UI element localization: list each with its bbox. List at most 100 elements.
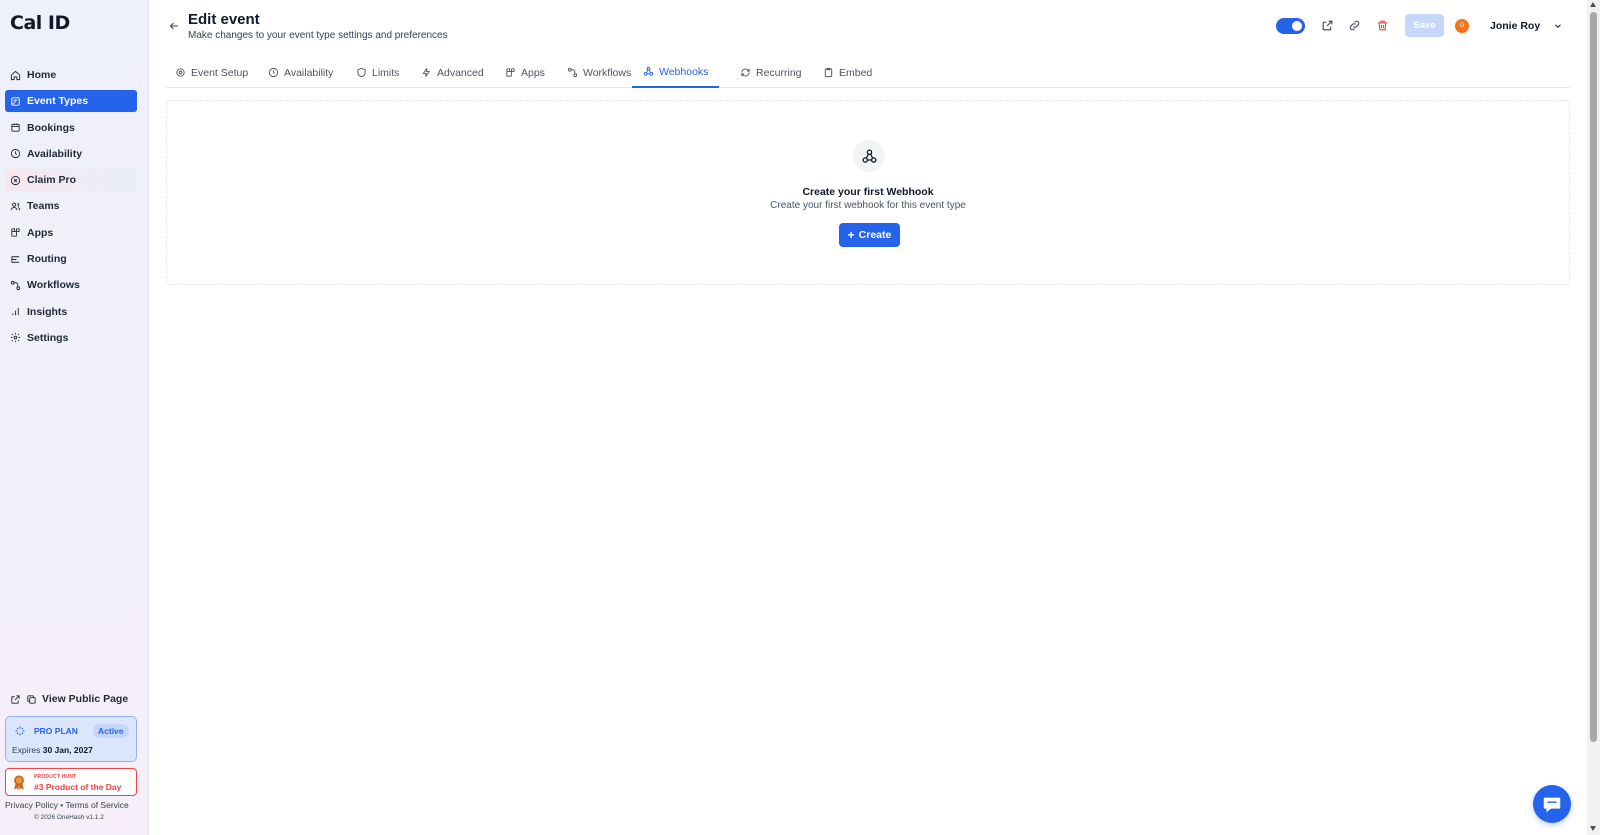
footer-separator: • bbox=[60, 800, 64, 810]
sidebar-item-insights[interactable]: Insights bbox=[5, 301, 137, 323]
save-button[interactable]: Save bbox=[1405, 14, 1444, 37]
scroll-down-arrow[interactable] bbox=[1590, 826, 1596, 831]
sidebar-item-event-types[interactable]: Event Types bbox=[5, 90, 137, 113]
sidebar-item-teams[interactable]: Teams bbox=[5, 195, 137, 217]
sidebar-item-label: Workflows bbox=[27, 279, 80, 292]
sidebar: Cal ID Home Event Types Bookings Availab… bbox=[0, 0, 149, 835]
tab-webhooks[interactable]: Webhooks bbox=[632, 57, 720, 88]
footer-links: Privacy Policy • Terms of Service bbox=[5, 800, 129, 810]
link-icon[interactable] bbox=[1348, 19, 1361, 32]
page-subtitle: Make changes to your event type settings… bbox=[188, 30, 448, 41]
terms-of-service-link[interactable]: Terms of Service bbox=[65, 800, 128, 810]
pro-plan-expiry: Expires 30 Jan, 2027 bbox=[12, 745, 93, 755]
tab-label: Webhooks bbox=[659, 65, 709, 78]
apps-icon bbox=[11, 228, 20, 237]
sidebar-item-label: Event Types bbox=[27, 95, 89, 108]
tab-label: Apps bbox=[521, 66, 545, 79]
workflows-icon bbox=[567, 67, 578, 78]
status-badge: Active bbox=[93, 724, 129, 738]
webhook-icon bbox=[861, 148, 877, 163]
view-public-page-link[interactable]: View Public Page bbox=[10, 693, 128, 705]
expires-label: Expires bbox=[12, 745, 41, 755]
gear-icon bbox=[176, 68, 185, 77]
tab-recurring[interactable]: Recurring bbox=[740, 57, 802, 88]
product-hunt-rank: #3 Product of the Day bbox=[34, 782, 122, 792]
scroll-up-arrow[interactable] bbox=[1590, 2, 1596, 7]
empty-state-description: Create your first webhook for this event… bbox=[770, 200, 966, 211]
claim-pro-icon bbox=[10, 175, 21, 185]
privacy-policy-link[interactable]: Privacy Policy bbox=[5, 800, 58, 810]
product-hunt-badge[interactable]: PRODUCT HUNT #3 Product of the Day bbox=[5, 768, 137, 796]
sidebar-item-label: Bookings bbox=[27, 121, 75, 134]
event-enabled-toggle[interactable] bbox=[1276, 18, 1305, 34]
sidebar-item-label: Settings bbox=[27, 331, 69, 344]
tab-label: Availability bbox=[284, 66, 334, 79]
copy-icon[interactable] bbox=[26, 694, 37, 705]
create-button-label: Create bbox=[858, 229, 892, 241]
product-hunt-label: PRODUCT HUNT bbox=[34, 774, 77, 780]
sidebar-item-label: Home bbox=[27, 69, 57, 81]
tab-embed[interactable]: Embed bbox=[823, 57, 872, 88]
users-icon bbox=[10, 202, 21, 211]
tab-label: Limits bbox=[372, 66, 400, 79]
empty-state-title: Create your first Webhook bbox=[802, 186, 934, 198]
copyright: © 2026 OneHash v1.1.2 bbox=[34, 814, 104, 821]
chat-launcher-button[interactable] bbox=[1533, 785, 1571, 823]
avatar[interactable]: G bbox=[1455, 19, 1469, 33]
sidebar-item-bookings[interactable]: Bookings bbox=[5, 117, 137, 139]
sidebar-item-label: Availability bbox=[27, 147, 83, 160]
app-logo[interactable]: Cal ID bbox=[10, 12, 70, 34]
expires-date: 30 Jan, 2027 bbox=[42, 745, 93, 755]
workflows-icon bbox=[10, 280, 21, 290]
calendar-icon bbox=[11, 123, 20, 132]
sidebar-item-settings[interactable]: Settings bbox=[5, 327, 137, 349]
chat-bubble-icon bbox=[1543, 797, 1561, 813]
scroll-thumb[interactable] bbox=[1590, 12, 1597, 742]
sidebar-item-apps[interactable]: Apps bbox=[5, 222, 137, 244]
clock-icon bbox=[268, 67, 279, 78]
external-link-icon bbox=[11, 694, 20, 704]
sidebar-item-home[interactable]: Home bbox=[5, 64, 137, 86]
gear-icon bbox=[10, 333, 21, 343]
sidebar-item-label: Insights bbox=[27, 305, 68, 318]
sidebar-item-label: Apps bbox=[27, 226, 54, 239]
view-public-page-label: View Public Page bbox=[42, 693, 129, 705]
webhooks-empty-state: Create your first Webhook Create your fi… bbox=[166, 100, 1570, 285]
page-title: Edit event bbox=[188, 11, 260, 28]
chevron-down-icon[interactable] bbox=[1553, 21, 1563, 31]
tab-availability[interactable]: Availability bbox=[268, 57, 333, 88]
trash-icon[interactable] bbox=[1376, 19, 1389, 32]
back-arrow-icon[interactable] bbox=[168, 20, 180, 32]
pro-plan-title: PRO PLAN bbox=[34, 726, 78, 736]
sidebar-item-label: Claim Pro bbox=[27, 174, 77, 187]
tab-limits[interactable]: Limits bbox=[356, 57, 399, 88]
sidebar-item-availability[interactable]: Availability bbox=[5, 143, 137, 165]
tab-workflows[interactable]: Workflows bbox=[567, 57, 631, 88]
repeat-icon bbox=[741, 68, 750, 77]
sidebar-item-workflows[interactable]: Workflows bbox=[5, 274, 137, 296]
sidebar-item-routing[interactable]: Routing bbox=[5, 248, 137, 270]
tab-advanced[interactable]: Advanced bbox=[421, 57, 484, 88]
tab-event-setup[interactable]: Event Setup bbox=[175, 57, 248, 88]
sparkle-icon bbox=[15, 726, 25, 736]
tab-label: Embed bbox=[839, 66, 873, 79]
webhook-icon-circle bbox=[853, 140, 885, 172]
routing-icon bbox=[11, 255, 20, 263]
external-link-icon[interactable] bbox=[1321, 19, 1334, 32]
scrollbar[interactable] bbox=[1587, 0, 1600, 835]
clipboard-icon bbox=[824, 67, 833, 78]
tab-apps[interactable]: Apps bbox=[505, 57, 545, 88]
webhook-icon bbox=[643, 66, 654, 76]
sidebar-item-claim-pro[interactable]: Claim Pro bbox=[5, 169, 137, 192]
shield-icon bbox=[357, 67, 366, 78]
home-icon bbox=[10, 70, 21, 80]
create-webhook-button[interactable]: + Create bbox=[839, 223, 900, 247]
tab-label: Workflows bbox=[583, 66, 632, 79]
medal-icon bbox=[14, 775, 24, 791]
apps-icon bbox=[506, 68, 515, 77]
plus-icon: + bbox=[847, 228, 855, 242]
pro-plan-card[interactable]: PRO PLAN Active Expires 30 Jan, 2027 bbox=[5, 716, 137, 762]
event-tabs: Event Setup Availability Limits Advanced… bbox=[166, 57, 1570, 88]
user-name[interactable]: Jonie Roy bbox=[1490, 20, 1540, 32]
bar-chart-icon bbox=[12, 308, 19, 316]
